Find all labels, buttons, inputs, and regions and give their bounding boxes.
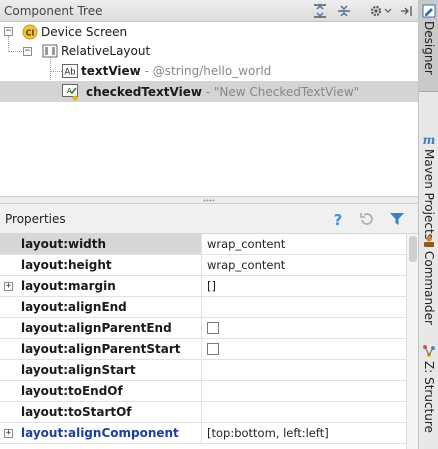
tree-item-relativelayout[interactable]: − RelativeLayout <box>0 41 418 61</box>
properties-title: Properties <box>5 212 66 226</box>
property-name: layout:alignComponent <box>0 423 202 443</box>
tree-item-label: textView <box>81 64 141 78</box>
property-row[interactable]: layout:alignComponent + [top:bottom, lef… <box>0 423 406 444</box>
tab-maven-projects[interactable]: m Maven Projects <box>419 128 438 240</box>
component-tree: − CI Device Screen − RelativeLayout Ab t… <box>0 22 418 196</box>
tree-item-label: checkedTextView <box>86 85 202 99</box>
tree-item-label: RelativeLayout <box>61 44 151 58</box>
property-row[interactable]: layout:height wrap_content <box>0 255 406 276</box>
right-tool-strip: Designer m Maven Projects Commander Z: S… <box>418 0 438 449</box>
property-row[interactable]: layout:margin + [] <box>0 276 406 297</box>
device-screen-icon: CI <box>22 24 38 40</box>
component-tree-title: Component Tree <box>4 4 103 18</box>
tree-item-text: textView - @string/hello_world <box>81 64 271 78</box>
scrollbar-thumb[interactable] <box>409 236 417 262</box>
filter-icon[interactable] <box>388 210 406 228</box>
tab-commander[interactable]: Commander <box>419 230 438 325</box>
splitter-grip-icon[interactable] <box>203 199 215 202</box>
tree-item-textview[interactable]: Ab textView - @string/hello_world <box>0 61 418 81</box>
gear-icon[interactable] <box>368 3 384 19</box>
property-name: layout:height <box>0 255 202 275</box>
tab-designer-label: Designer <box>422 21 436 75</box>
textview-icon: Ab <box>62 63 78 79</box>
property-name: layout:width <box>0 234 202 254</box>
svg-text:Ab: Ab <box>64 68 75 78</box>
component-tree-header: Component Tree <box>0 0 418 22</box>
chevron-down-icon[interactable] <box>383 3 393 19</box>
designer-icon <box>422 4 436 18</box>
property-value[interactable] <box>203 360 406 380</box>
tab-designer[interactable]: Designer <box>419 0 438 92</box>
tree-item-checkedtextview[interactable]: A checkedTextView - "New CheckedTextView… <box>0 81 418 102</box>
property-value[interactable] <box>203 402 406 422</box>
property-value[interactable]: [top:bottom, left:left] <box>203 423 406 443</box>
property-name: layout:toEndOf <box>0 381 202 401</box>
relative-layout-icon <box>42 43 58 59</box>
property-row[interactable]: layout:toStartOf <box>0 402 406 423</box>
checked-textview-icon: A <box>62 83 78 101</box>
property-name: layout:alignParentEnd <box>0 318 202 338</box>
properties-header: Properties ? <box>0 204 418 234</box>
tree-item-device-screen[interactable]: − CI Device Screen <box>0 22 418 42</box>
tab-commander-label: Commander <box>422 251 436 325</box>
collapse-toggle-icon[interactable]: − <box>4 27 13 36</box>
property-value[interactable] <box>203 381 406 401</box>
tab-structure-label: Z: Structure <box>422 361 436 433</box>
properties-table: layout:width wrap_content layout:height … <box>0 234 418 449</box>
align-parent-start-checkbox[interactable] <box>207 343 219 355</box>
expand-icon[interactable]: + <box>4 282 13 291</box>
svg-text:m: m <box>423 133 436 146</box>
tree-item-label: Device Screen <box>41 25 128 39</box>
tree-item-text: checkedTextView - "New CheckedTextView" <box>86 85 359 99</box>
svg-text:A: A <box>67 87 72 95</box>
property-name: layout:alignParentStart <box>0 339 202 359</box>
restore-default-icon[interactable] <box>357 210 375 228</box>
expand-all-icon[interactable] <box>312 3 328 19</box>
tab-maven-label: Maven Projects <box>422 149 436 240</box>
property-name: layout:margin <box>0 276 202 296</box>
svg-text:CI: CI <box>26 29 35 38</box>
structure-icon <box>422 344 436 358</box>
collapse-toggle-icon[interactable]: − <box>23 47 32 56</box>
tree-item-hint: - @string/hello_world <box>144 64 272 78</box>
property-value[interactable] <box>203 297 406 317</box>
property-row[interactable]: layout:alignParentStart <box>0 339 406 360</box>
property-name: layout:toStartOf <box>0 402 202 422</box>
property-name: layout:alignStart <box>0 360 202 380</box>
svg-text:?: ? <box>334 211 343 227</box>
align-parent-end-checkbox[interactable] <box>207 322 219 334</box>
property-row[interactable]: layout:width wrap_content <box>0 234 406 255</box>
panel-splitter[interactable] <box>0 196 418 204</box>
help-icon[interactable]: ? <box>329 210 347 228</box>
property-name: layout:alignEnd <box>0 297 202 317</box>
property-value[interactable]: wrap_content <box>203 234 406 254</box>
hide-panel-icon[interactable] <box>398 3 414 19</box>
property-row[interactable]: layout:alignStart <box>0 360 406 381</box>
tree-item-hint: - "New CheckedTextView" <box>205 85 360 99</box>
tab-structure[interactable]: Z: Structure <box>419 340 438 435</box>
property-row[interactable]: layout:toEndOf <box>0 381 406 402</box>
expand-icon[interactable]: + <box>4 429 13 438</box>
main-area: Component Tree − CI Device Screen − Rela… <box>0 0 418 449</box>
property-value[interactable]: wrap_content <box>203 255 406 275</box>
collapse-all-icon[interactable] <box>336 3 352 19</box>
property-row[interactable]: layout:alignParentEnd <box>0 318 406 339</box>
properties-scrollbar[interactable] <box>406 234 418 449</box>
property-value[interactable]: [] <box>203 276 406 296</box>
property-row[interactable]: layout:alignEnd <box>0 297 406 318</box>
commander-icon <box>422 234 436 248</box>
maven-icon: m <box>422 132 436 147</box>
